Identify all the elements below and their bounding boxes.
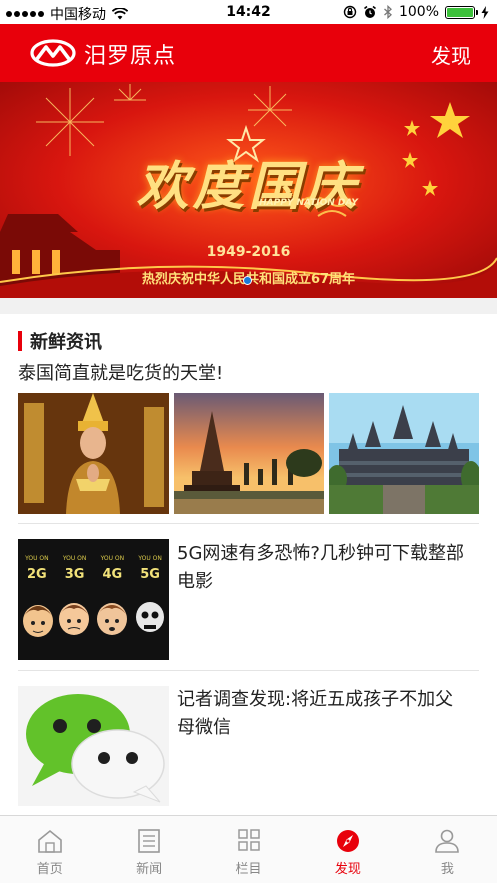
tab-discover[interactable]: 发现 <box>298 816 397 883</box>
tab-label: 首页 <box>36 862 63 877</box>
carousel-indicator[interactable] <box>243 276 252 285</box>
status-bar: 中国移动 14:42 100% <box>0 0 497 24</box>
banner-carousel[interactable]: 欢度国庆 HAPPY NATION DAY 1949-2016 热烈庆祝中华人民… <box>0 82 497 298</box>
article-title[interactable]: 记者调查发现:将近五成孩子不加父母微信 <box>177 686 467 742</box>
home-icon <box>37 829 62 853</box>
article-image-network-speed[interactable]: YOU ON YOU ON YOU ON YOU ON 2G 3G 4G 5G <box>18 539 169 660</box>
app-header: 汨罗原点 发现 <box>0 24 497 82</box>
section-spacer <box>0 298 497 314</box>
news-icon <box>138 829 160 853</box>
battery-icon <box>445 5 478 19</box>
article-title[interactable]: 5G网速有多恐怖?几秒钟可下载整部电影 <box>177 540 467 596</box>
article-image-angkor-wat[interactable] <box>329 393 479 514</box>
app-logo-icon <box>30 39 76 67</box>
app-title: 汨罗原点 <box>84 44 177 69</box>
article-image-wechat[interactable] <box>18 686 169 806</box>
tab-me[interactable]: 我 <box>398 816 497 883</box>
tab-news[interactable]: 新闻 <box>99 816 198 883</box>
banner-tagline: HAPPY NATION DAY <box>259 198 358 208</box>
tab-columns[interactable]: 栏目 <box>199 816 298 883</box>
article-divider <box>18 523 479 524</box>
battery-percent: 100% <box>398 4 439 20</box>
bottom-tab-bar: 首页 新闻 栏目 发现 我 <box>0 815 497 883</box>
tab-label: 发现 <box>334 862 361 877</box>
banner-years: 1949-2016 <box>206 244 291 260</box>
tab-label: 栏目 <box>235 862 262 877</box>
person-icon <box>435 829 460 853</box>
compass-icon <box>336 830 359 852</box>
discover-link[interactable]: 发现 <box>431 40 471 69</box>
article-divider <box>18 670 479 671</box>
section-accent-bar <box>18 331 22 351</box>
charging-icon <box>481 5 489 19</box>
tab-label: 我 <box>440 862 454 877</box>
article-title[interactable]: 泰国简直就是吃货的天堂! <box>18 360 223 388</box>
rotation-lock-icon <box>343 5 357 19</box>
article-image-pagoda[interactable] <box>174 393 324 514</box>
grid-icon <box>237 829 260 851</box>
bluetooth-icon <box>384 5 392 19</box>
alarm-icon <box>363 5 376 18</box>
tab-label: 新闻 <box>136 862 163 877</box>
section-title: 新鲜资讯 <box>30 332 102 353</box>
tab-home[interactable]: 首页 <box>0 816 99 883</box>
article-image-thai-dancer[interactable] <box>18 393 169 514</box>
section-header: 新鲜资讯 <box>18 328 102 354</box>
